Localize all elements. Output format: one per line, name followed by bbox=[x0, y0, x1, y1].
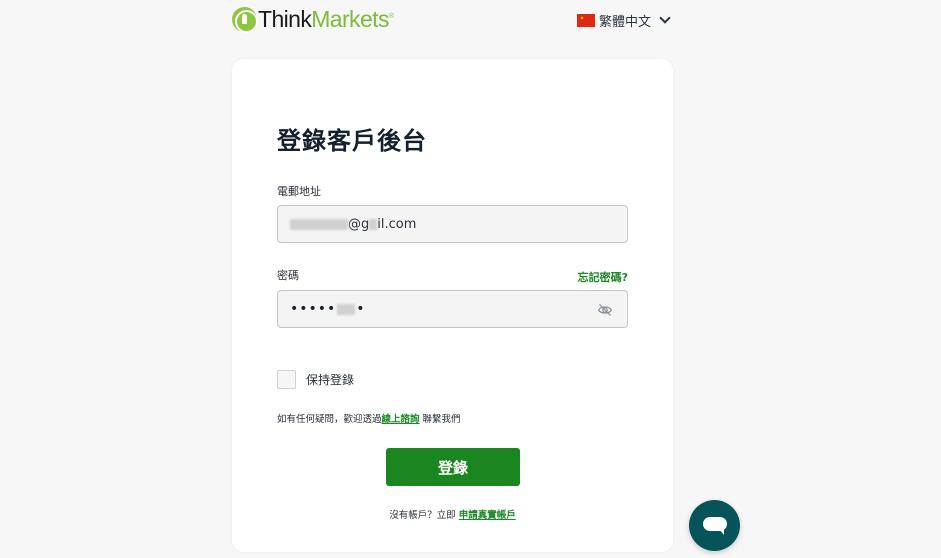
password-masked-value: ••••• bbox=[290, 301, 337, 317]
chat-bubble-tail-icon bbox=[719, 529, 724, 535]
remember-me-row[interactable]: 保持登錄 bbox=[277, 370, 354, 389]
password-label: 密碼 bbox=[277, 269, 299, 282]
open-live-account-link[interactable]: 申請真實帳戶 bbox=[459, 510, 516, 521]
email-field[interactable]: @g il.com bbox=[277, 205, 628, 243]
thinkmarkets-logo[interactable]: ThinkMarkets® bbox=[232, 6, 394, 33]
remember-me-label[interactable]: 保持登錄 bbox=[306, 371, 354, 388]
live-chat-button[interactable] bbox=[689, 500, 740, 551]
signup-text: 沒有帳戶？立即 申請真實帳戶 bbox=[232, 507, 673, 521]
help-text-prefix: 如有任何疑問，歡迎透過 bbox=[277, 414, 382, 425]
logo-wordmark: ThinkMarkets® bbox=[258, 6, 394, 32]
redacted-password-part bbox=[337, 303, 356, 315]
language-label: 繁體中文 bbox=[599, 15, 652, 30]
password-masked-tail: • bbox=[356, 301, 366, 317]
login-card: 登錄客戶後台 電郵地址 @g il.com 密碼 忘記密碼? ••••• • 保持登… bbox=[232, 59, 673, 552]
help-text-suffix: 聯繫我們 bbox=[419, 414, 461, 425]
china-flag-icon bbox=[577, 14, 595, 27]
online-chat-link[interactable]: 線上諮詢 bbox=[382, 414, 420, 425]
eye-off-icon[interactable] bbox=[597, 302, 613, 318]
chevron-down-icon bbox=[659, 11, 671, 24]
redacted-email-part bbox=[369, 218, 378, 230]
email-label: 電郵地址 bbox=[277, 185, 321, 198]
email-value-suffix: il.com bbox=[377, 216, 417, 232]
remember-me-checkbox[interactable] bbox=[277, 370, 296, 389]
forgot-password-link[interactable]: 忘記密碼? bbox=[578, 269, 628, 285]
page-title: 登錄客戶後台 bbox=[277, 127, 427, 155]
help-text: 如有任何疑問，歡迎透過線上諮詢 聯繫我們 bbox=[277, 411, 461, 425]
password-field[interactable]: ••••• • bbox=[277, 290, 628, 328]
lightbulb-logo-icon bbox=[232, 6, 258, 33]
login-button[interactable]: 登錄 bbox=[386, 448, 520, 486]
email-value-mid: @g bbox=[348, 216, 370, 232]
signup-text-prefix: 沒有帳戶？立即 bbox=[389, 510, 459, 521]
language-selector[interactable]: 繁體中文 bbox=[577, 11, 671, 30]
redacted-email-part bbox=[290, 218, 348, 230]
